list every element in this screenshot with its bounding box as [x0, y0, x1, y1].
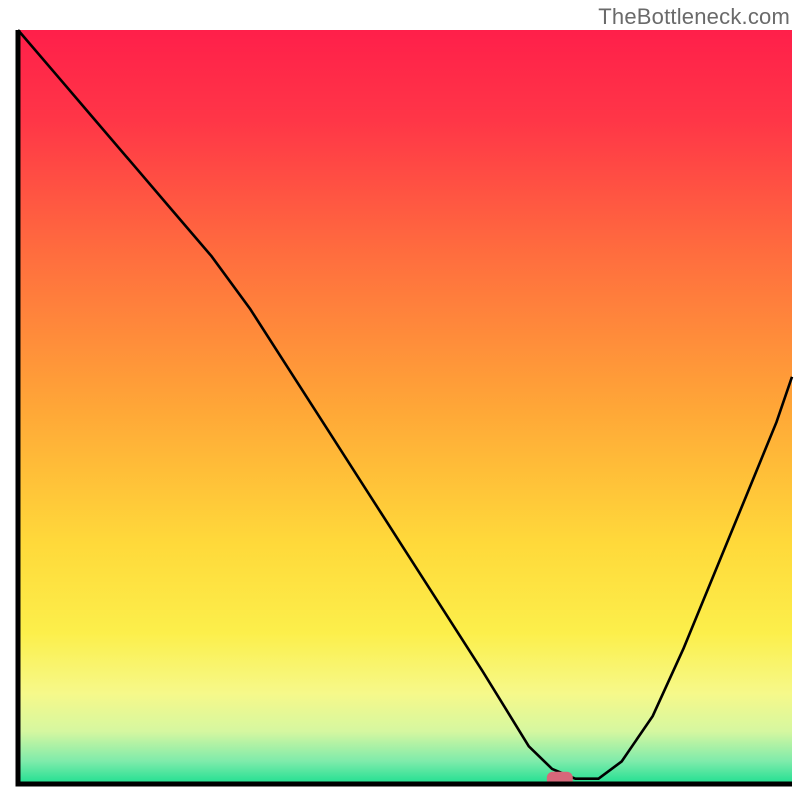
bottleneck-chart: [0, 0, 800, 800]
gradient-background: [18, 30, 792, 784]
chart-frame: TheBottleneck.com: [0, 0, 800, 800]
watermark-text: TheBottleneck.com: [598, 4, 790, 30]
